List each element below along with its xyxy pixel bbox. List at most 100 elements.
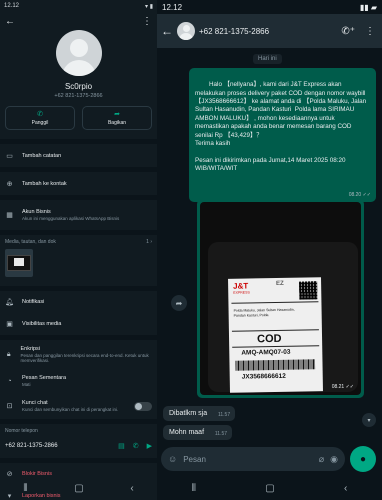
disappearing-title: Pesan Sementara (22, 375, 67, 381)
incoming-time: 11.57 (214, 431, 228, 437)
scroll-down-icon[interactable]: ▾ (362, 413, 376, 427)
bell-icon: 🔔︎ (5, 299, 14, 306)
media-header[interactable]: Media, tautan, dan dok 1 › (0, 235, 157, 249)
share-button[interactable]: ➦ Bagikan (82, 106, 152, 130)
business-row[interactable]: ▦ Akun Bisnis Akun ini menggunakan aplik… (0, 200, 157, 230)
outgoing-image-message[interactable]: J&T EXPRESS EZ Polda Maluku, Jalan Sulta… (197, 199, 364, 398)
waybill-label: J&T EXPRESS EZ Polda Maluku, Jalan Sulta… (228, 277, 323, 393)
chat-icon[interactable]: ▤ (118, 442, 125, 450)
video-icon[interactable]: ▶ (147, 442, 152, 450)
waybill-number: JX3568666612 (241, 372, 286, 381)
outgoing-time: 08.20 (348, 192, 362, 199)
package-photo[interactable]: J&T EXPRESS EZ Polda Maluku, Jalan Sulta… (200, 202, 361, 395)
chat-lock-toggle[interactable] (134, 401, 152, 411)
add-note-label: Tambah catatan (22, 152, 62, 159)
divider (0, 419, 157, 424)
phone-icon: ✆ (37, 110, 43, 118)
status-bar: 12.12 ▮▮ ▰ (157, 0, 382, 14)
chat-lock-sub: Kunci dan sembunyikan chat ini di perang… (22, 407, 119, 412)
call-button[interactable]: ✆ Panggil (5, 106, 75, 130)
back-arrow-icon[interactable]: ← (5, 16, 15, 27)
home-icon[interactable]: ▢ (74, 483, 83, 494)
encryption-sub: Pesan dan panggilan terenkripsi secara e… (20, 353, 149, 363)
business-sub: Akun ini menggunakan aplikasi WhatsApp B… (22, 216, 120, 221)
share-label: Bagikan (107, 119, 127, 126)
image-time: 08.21 (331, 384, 345, 390)
share-icon: ➦ (114, 110, 120, 118)
app-root: 12.12 ▾ ▮ ← ⋮ Sc0rpio +62 821-1375-2866 … (0, 0, 382, 500)
add-contact-label: Tambah ke kontak (22, 180, 67, 187)
status-bar: 12.12 ▾ ▮ (0, 0, 157, 12)
mic-button[interactable]: ● (350, 446, 376, 472)
profile-name: Sc0rpio (64, 82, 93, 91)
phone-number: +62 821-1375-2866 (5, 443, 58, 449)
avatar[interactable] (55, 30, 102, 76)
recents-icon[interactable]: ⦀ (23, 483, 27, 494)
add-call-icon[interactable]: ✆⁺ (338, 26, 358, 37)
notifications-label: Notifikasi (22, 299, 45, 305)
attach-icon[interactable]: ⌀ (319, 454, 324, 465)
barcode (235, 359, 316, 371)
waybill-cod: COD (256, 332, 282, 346)
camera-icon[interactable]: ◉ (330, 454, 338, 465)
profile-phone: +62 821-1375-2866 (54, 93, 103, 99)
incoming-time: 11.57 (217, 412, 231, 418)
back-icon[interactable]: ‹ (130, 483, 133, 494)
encryption-row[interactable]: 🔒︎ Enkripsi Pesan dan panggilan terenkri… (0, 340, 157, 369)
contact-info-panel: 12.12 ▾ ▮ ← ⋮ Sc0rpio +62 821-1375-2866 … (0, 0, 157, 500)
disappearing-row[interactable]: ◔ Pesan Sementara Mati (0, 369, 157, 393)
more-vert-icon[interactable]: ⋮ (142, 16, 152, 27)
store-icon: ▦ (6, 212, 13, 219)
status-time: 12.12 (4, 3, 20, 9)
recents-icon[interactable]: ⦀ (192, 483, 196, 494)
chat-header: ← +62 821-1375-2866 ✆⁺ ⋮ (157, 14, 382, 48)
disappearing-sub: Mati (22, 382, 31, 387)
mic-icon: ● (359, 453, 367, 465)
waybill-ez: EZ (276, 280, 284, 287)
lock-icon: 🔒︎ (6, 350, 11, 358)
message-composer[interactable]: ☺ Pesan ⌀ ◉ (161, 447, 345, 471)
more-vert-icon[interactable]: ⋮ (362, 26, 378, 37)
double-check-icon: ✓✓ (362, 192, 371, 199)
qr-code (299, 281, 318, 300)
media-visibility-label: Visibilitas media (22, 321, 62, 327)
avatar[interactable] (177, 22, 195, 40)
encryption-title: Enkripsi (20, 346, 41, 352)
add-contact-row[interactable]: ⊕ Tambah ke kontak (0, 172, 157, 195)
call-label: Panggil (31, 119, 49, 126)
incoming-message[interactable]: Mohn maaf 11.57 (163, 425, 233, 440)
media-label: Media, tautan, dan dok (5, 239, 56, 245)
status-icons: ▾ ▮ (145, 3, 153, 10)
phone-row[interactable]: +62 821-1375-2866 ▤ ✆ ▶ (0, 434, 157, 458)
phone-icon[interactable]: ✆ (133, 442, 139, 450)
media-count: 1 (146, 239, 149, 245)
status-time: 12.12 (162, 2, 183, 12)
waybill-brand-sub: EXPRESS (233, 290, 250, 295)
home-icon[interactable]: ▢ (265, 483, 274, 494)
chat-panel: 12.12 ▮▮ ▰ ← +62 821-1375-2866 ✆⁺ ⋮ Hari… (157, 0, 382, 500)
waybill-route: AMQ-AMQ07-03 (241, 348, 291, 357)
outgoing-message[interactable]: Halo 【nellyana】, kami dari J&T Express a… (189, 68, 376, 203)
incoming-text: Dibatlkm sja (169, 410, 208, 417)
sticker-icon[interactable]: ☺ (168, 454, 177, 464)
message-list[interactable]: Hari ini Halo 【nellyana】, kami dari J&T … (157, 48, 382, 468)
chat-title[interactable]: +62 821-1375-2866 (199, 27, 334, 36)
incoming-message[interactable]: Dibatlkm sja 11.57 (163, 406, 236, 421)
media-thumbnail[interactable] (5, 249, 33, 277)
add-note-row[interactable]: ▭ Tambah catatan (0, 144, 157, 167)
system-nav-bar: ⦀ ▢ ‹ (157, 476, 382, 500)
system-nav-bar: ⦀ ▢ ‹ (0, 476, 157, 500)
chat-lock-title: Kunci chat (22, 400, 48, 406)
media-visibility-row[interactable]: ▣ Visibilitas media (0, 313, 157, 335)
info-topbar: ← ⋮ (0, 12, 157, 30)
notifications-row[interactable]: 🔔︎ Notifikasi (0, 291, 157, 313)
double-check-icon: ✓✓ (345, 384, 354, 390)
action-row: ✆ Panggil ➦ Bagikan (0, 106, 157, 130)
composer-placeholder[interactable]: Pesan (183, 455, 313, 464)
note-icon: ▭ (6, 152, 13, 160)
incoming-text: Mohn maaf (169, 429, 205, 436)
waybill-address: Polda Maluku, Jalan Sultan Hasanudin, Pa… (233, 307, 295, 318)
back-icon[interactable]: ‹ (344, 483, 347, 494)
forward-icon[interactable]: ➦ (171, 295, 187, 311)
back-arrow-icon[interactable]: ← (161, 24, 173, 38)
